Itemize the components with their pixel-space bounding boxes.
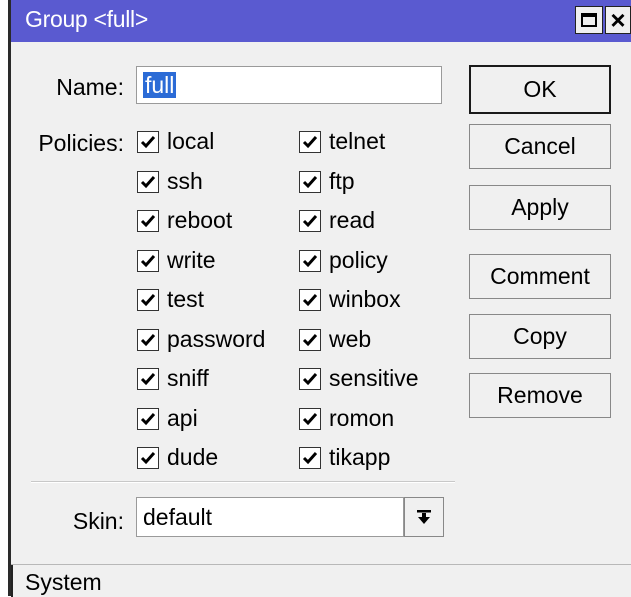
checkmark-icon	[140, 254, 156, 267]
policy-label: write	[167, 247, 216, 273]
checkmark-icon	[140, 333, 156, 346]
policy-label: dude	[167, 444, 219, 470]
policy-dude[interactable]: dude	[137, 444, 218, 471]
policy-tikapp-checkbox[interactable]	[299, 446, 321, 469]
name-value: full	[143, 72, 177, 98]
cancel-button[interactable]: Cancel	[469, 124, 611, 169]
ok-button[interactable]: OK	[469, 65, 611, 114]
separator-highlight	[31, 482, 455, 483]
remove-button[interactable]: Remove	[469, 373, 611, 418]
skin-value: default	[143, 504, 213, 530]
policy-label: web	[329, 326, 372, 352]
policy-label: api	[167, 405, 198, 431]
policy-label: policy	[329, 247, 388, 273]
policy-label: telnet	[329, 128, 386, 154]
close-icon: ×	[610, 5, 626, 35]
policy-password-checkbox[interactable]	[137, 328, 159, 351]
policy-sniff-checkbox[interactable]	[137, 367, 159, 390]
policy-label: winbox	[329, 286, 401, 312]
policy-winbox-checkbox[interactable]	[299, 288, 321, 311]
policy-label: password	[167, 326, 266, 352]
policies-label: Policies:	[38, 130, 124, 156]
policy-policy-checkbox[interactable]	[299, 249, 321, 272]
dropdown-arrow-icon	[417, 510, 431, 524]
window-left-edge	[8, 0, 11, 596]
policy-sensitive[interactable]: sensitive	[299, 365, 418, 392]
policy-read[interactable]: read	[299, 207, 375, 234]
policy-winbox[interactable]: winbox	[299, 286, 401, 313]
policy-label: sensitive	[329, 365, 419, 391]
policy-password[interactable]: password	[137, 326, 265, 353]
window-title: Group <full>	[25, 6, 148, 32]
copy-button[interactable]: Copy	[469, 314, 611, 359]
checkmark-icon	[302, 254, 318, 267]
checkmark-icon	[302, 333, 318, 346]
title-bar[interactable]: Group <full> ×	[11, 0, 631, 42]
policy-label: romon	[329, 405, 395, 431]
policy-ssh[interactable]: ssh	[137, 168, 203, 195]
policy-romon[interactable]: romon	[299, 405, 394, 432]
checkmark-icon	[302, 214, 318, 227]
policy-sensitive-checkbox[interactable]	[299, 367, 321, 390]
policy-label: ssh	[167, 168, 203, 194]
policy-dude-checkbox[interactable]	[137, 446, 159, 469]
apply-button[interactable]: Apply	[469, 185, 611, 230]
policy-api-checkbox[interactable]	[137, 407, 159, 430]
checkmark-icon	[302, 293, 318, 306]
name-field[interactable]: full	[136, 66, 442, 104]
name-label: Name:	[56, 74, 124, 100]
policy-policy[interactable]: policy	[299, 247, 388, 274]
policy-web-checkbox[interactable]	[299, 328, 321, 351]
skin-dropdown-button[interactable]	[404, 497, 444, 537]
checkmark-icon	[140, 412, 156, 425]
policy-telnet-checkbox[interactable]	[299, 130, 321, 153]
policy-local[interactable]: local	[137, 128, 214, 155]
policy-reboot-checkbox[interactable]	[137, 209, 159, 232]
policy-label: read	[329, 207, 376, 233]
policy-label: sniff	[167, 365, 209, 391]
policy-romon-checkbox[interactable]	[299, 407, 321, 430]
checkmark-icon	[302, 135, 318, 148]
policy-ftp-checkbox[interactable]	[299, 170, 321, 193]
checkmark-icon	[302, 412, 318, 425]
policy-label: test	[167, 286, 205, 312]
policy-tikapp[interactable]: tikapp	[299, 444, 390, 471]
checkmark-icon	[140, 451, 156, 464]
policy-local-checkbox[interactable]	[137, 130, 159, 153]
policy-ftp[interactable]: ftp	[299, 168, 355, 195]
skin-select[interactable]: default	[136, 497, 404, 537]
close-button[interactable]: ×	[605, 6, 631, 34]
maximize-icon	[581, 13, 597, 27]
policy-label: reboot	[167, 207, 233, 233]
policy-telnet[interactable]: telnet	[299, 128, 385, 155]
policy-label: ftp	[329, 168, 355, 194]
checkmark-icon	[302, 175, 318, 188]
checkmark-icon	[140, 372, 156, 385]
comment-button[interactable]: Comment	[469, 254, 611, 299]
policy-label: local	[167, 128, 215, 154]
maximize-button[interactable]	[575, 6, 603, 34]
policy-write[interactable]: write	[137, 247, 216, 274]
status-text: System	[25, 569, 102, 595]
policy-label: tikapp	[329, 444, 391, 470]
policy-web[interactable]: web	[299, 326, 371, 353]
policy-test-checkbox[interactable]	[137, 288, 159, 311]
checkmark-icon	[302, 451, 318, 464]
policy-write-checkbox[interactable]	[137, 249, 159, 272]
checkmark-icon	[140, 293, 156, 306]
policy-reboot[interactable]: reboot	[137, 207, 232, 234]
policy-sniff[interactable]: sniff	[137, 365, 209, 392]
checkmark-icon	[302, 372, 318, 385]
status-divider	[11, 565, 13, 597]
policy-ssh-checkbox[interactable]	[137, 170, 159, 193]
skin-label: Skin:	[72, 508, 124, 534]
policy-read-checkbox[interactable]	[299, 209, 321, 232]
policy-test[interactable]: test	[137, 286, 204, 313]
status-bar: System	[11, 564, 631, 597]
checkmark-icon	[140, 135, 156, 148]
policy-api[interactable]: api	[137, 405, 198, 432]
checkmark-icon	[140, 214, 156, 227]
checkmark-icon	[140, 175, 156, 188]
